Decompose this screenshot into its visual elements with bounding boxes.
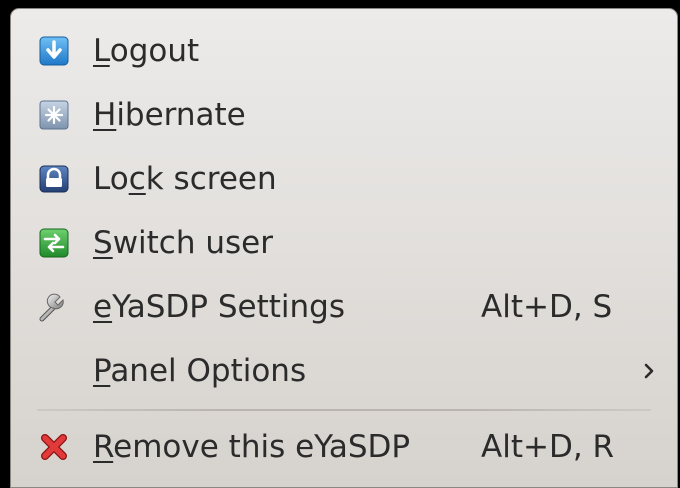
wrench-icon bbox=[37, 290, 71, 324]
chevron-right-icon bbox=[639, 361, 659, 381]
mnemonic: R bbox=[93, 429, 114, 465]
menu-item-switch-user[interactable]: Switch user bbox=[11, 211, 677, 275]
menu-item-logout[interactable]: Logout bbox=[11, 19, 677, 83]
menu-item-label: k screen bbox=[145, 161, 277, 197]
lock-icon bbox=[37, 162, 71, 196]
menu-item-label: anel Options bbox=[110, 353, 307, 389]
menu-item-hibernate[interactable]: Hibernate bbox=[11, 83, 677, 147]
mnemonic: c bbox=[128, 161, 146, 197]
menu-separator bbox=[37, 409, 651, 411]
menu-item-label: emove this eYaSDP bbox=[113, 429, 411, 465]
mnemonic: H bbox=[93, 97, 117, 133]
switch-user-icon bbox=[37, 226, 71, 260]
remove-icon bbox=[37, 430, 71, 464]
menu-item-settings[interactable]: eYaSDP Settings Alt+D, S bbox=[11, 275, 677, 339]
menu-item-label-prefix: Lo bbox=[93, 161, 129, 197]
mnemonic: S bbox=[93, 225, 113, 261]
mnemonic: L bbox=[93, 33, 110, 69]
logout-icon bbox=[37, 34, 71, 68]
context-menu: Logout Hibernate Lock screen Switch user… bbox=[10, 8, 678, 488]
shortcut-label: Alt+D, R bbox=[481, 429, 615, 465]
menu-item-remove[interactable]: Remove this eYaSDP Alt+D, R bbox=[11, 415, 677, 479]
menu-item-label: ibernate bbox=[116, 97, 246, 133]
shortcut-label: Alt+D, S bbox=[481, 289, 613, 325]
mnemonic: e bbox=[93, 289, 113, 325]
menu-item-panel-options[interactable]: Panel Options bbox=[11, 339, 677, 403]
hibernate-icon bbox=[37, 98, 71, 132]
menu-item-lock-screen[interactable]: Lock screen bbox=[11, 147, 677, 211]
menu-item-label: YaSDP Settings bbox=[112, 289, 345, 325]
menu-item-label: witch user bbox=[112, 225, 273, 261]
menu-item-label: ogout bbox=[109, 33, 200, 69]
mnemonic: P bbox=[93, 353, 111, 389]
